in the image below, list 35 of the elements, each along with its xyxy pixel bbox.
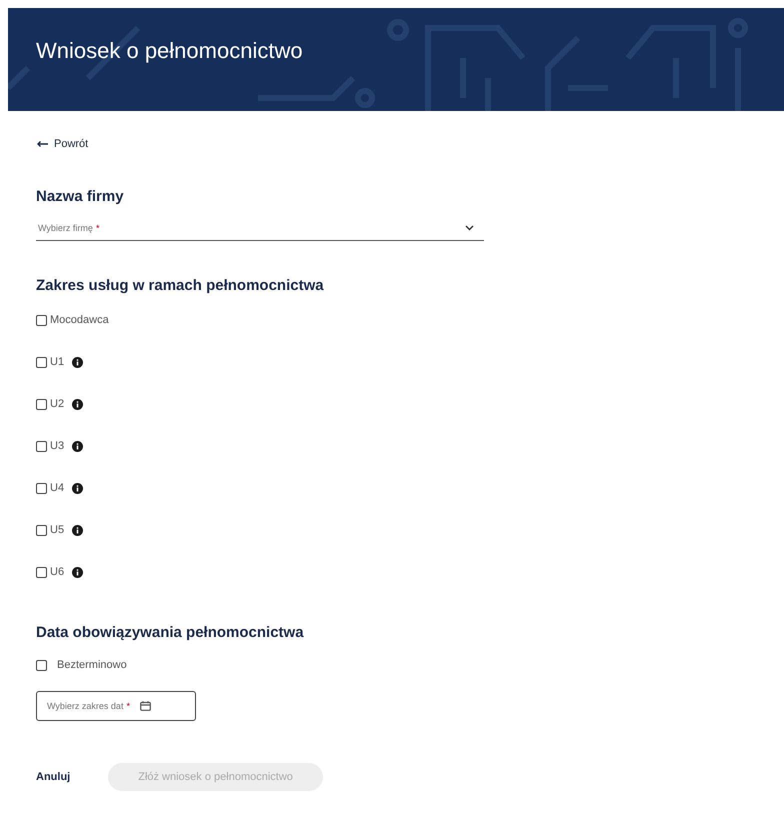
info-icon[interactable]: [72, 356, 84, 368]
checkbox-label: U5: [50, 524, 64, 536]
company-select[interactable]: Wybierz firmę *: [36, 215, 484, 241]
checkbox[interactable]: [36, 314, 47, 326]
checkbox[interactable]: [36, 356, 47, 368]
checkbox-label: U6: [50, 566, 64, 578]
checkbox-label: Mocodawca: [50, 314, 109, 326]
info-icon[interactable]: [72, 398, 84, 410]
chevron-down-icon: [465, 224, 474, 230]
select-placeholder: Wybierz firmę *: [38, 222, 100, 232]
info-icon[interactable]: [72, 482, 84, 494]
section-heading: Zakres usług w ramach pełnomocnictwa: [36, 277, 325, 294]
checkbox[interactable]: [36, 482, 47, 494]
checkbox[interactable]: [36, 566, 47, 578]
calendar-icon: [140, 701, 151, 711]
checkbox-label: U1: [50, 356, 64, 368]
page-title: Wniosek o pełnomocnictwo: [36, 38, 303, 64]
info-icon[interactable]: [72, 440, 84, 452]
checkbox-label: Bezterminowo: [57, 659, 127, 671]
info-icon[interactable]: [72, 566, 84, 578]
checkbox-label: U2: [50, 398, 64, 410]
checkbox-label: U4: [50, 482, 64, 494]
checkbox[interactable]: [36, 524, 47, 536]
cancel-button[interactable]: Anuluj: [36, 771, 70, 783]
date-placeholder: Wybierz zakres dat *: [47, 701, 130, 711]
checkbox[interactable]: [36, 440, 47, 452]
checkbox[interactable]: [36, 660, 47, 670]
back-arrow-icon: [36, 140, 48, 148]
checkbox[interactable]: [36, 398, 47, 410]
checkbox-label: U3: [50, 440, 64, 452]
info-icon[interactable]: [72, 524, 84, 536]
back-link[interactable]: Powrót: [36, 138, 784, 150]
date-range-field[interactable]: Wybierz zakres dat *: [36, 691, 196, 721]
section-heading: Data obowiązywania pełnomocnictwa: [36, 624, 305, 641]
section-heading: Nazwa firmy: [36, 188, 125, 205]
